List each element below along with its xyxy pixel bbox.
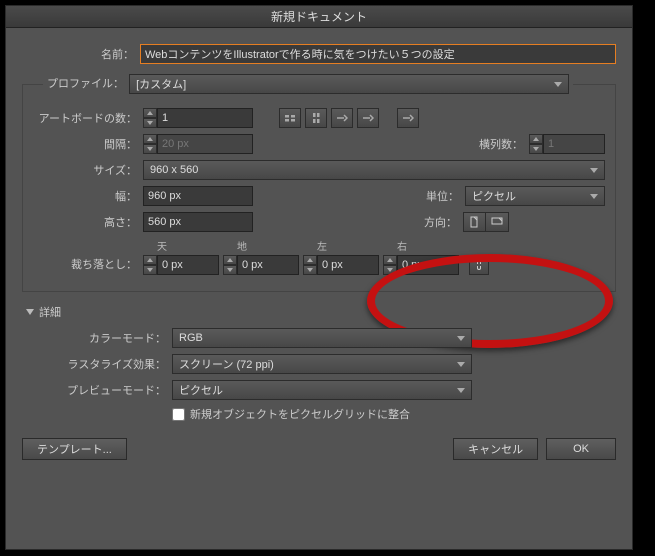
colormode-label: カラーモード：	[22, 330, 172, 346]
columns-stepper	[529, 134, 605, 154]
bleed-right-input[interactable]	[397, 255, 459, 275]
spacing-input	[157, 134, 253, 154]
align-grid-checkbox[interactable]	[172, 408, 185, 421]
arrange-grid-col-icon[interactable]	[305, 108, 327, 128]
bleed-left-stepper[interactable]	[303, 255, 379, 275]
ok-button[interactable]: OK	[546, 438, 616, 460]
width-input[interactable]	[143, 186, 253, 206]
link-bleed-icon[interactable]	[469, 255, 489, 275]
bleed-label: 裁ち落とし：	[33, 256, 143, 275]
stepper-up-icon[interactable]	[143, 255, 157, 265]
bleed-bottom-label: 地	[223, 238, 299, 253]
units-select[interactable]: ピクセル	[465, 186, 605, 206]
artboards-label: アートボードの数：	[33, 110, 143, 126]
size-select[interactable]: 960 x 560	[143, 160, 605, 180]
size-label: サイズ：	[33, 162, 143, 178]
dialog-content: 名前： プロファイル： [カスタム] アートボードの数：	[6, 28, 632, 472]
artboards-input[interactable]	[157, 108, 253, 128]
stepper-down-icon[interactable]	[143, 265, 157, 275]
bleed-right-label: 右	[383, 238, 459, 253]
bleed-bottom-input[interactable]	[237, 255, 299, 275]
bleed-top-label: 天	[143, 238, 219, 253]
colormode-select[interactable]: RGB	[172, 328, 472, 348]
units-label: 単位：	[426, 188, 465, 204]
orientation-toggle[interactable]	[463, 212, 509, 232]
profile-select[interactable]: [カスタム]	[129, 74, 569, 94]
stepper-up-icon[interactable]	[383, 255, 397, 265]
arrange-extra-icon[interactable]	[397, 108, 419, 128]
new-document-dialog: 新規ドキュメント 名前： プロファイル： [カスタム] アートボードの数：	[5, 5, 633, 550]
arrange-col-icon[interactable]	[357, 108, 379, 128]
arrange-row-icon[interactable]	[331, 108, 353, 128]
dialog-title: 新規ドキュメント	[6, 6, 632, 28]
stepper-up-icon[interactable]	[303, 255, 317, 265]
name-input[interactable]	[140, 44, 616, 64]
bleed-left-input[interactable]	[317, 255, 379, 275]
preview-select[interactable]: ピクセル	[172, 380, 472, 400]
template-button[interactable]: テンプレート...	[22, 438, 127, 460]
bleed-bottom-stepper[interactable]	[223, 255, 299, 275]
spacing-label: 間隔：	[33, 136, 143, 152]
cancel-button[interactable]: キャンセル	[453, 438, 538, 460]
stepper-down-icon	[529, 144, 543, 154]
stepper-down-icon[interactable]	[303, 265, 317, 275]
stepper-down-icon	[143, 144, 157, 154]
triangle-down-icon	[26, 309, 34, 315]
bleed-top-stepper[interactable]	[143, 255, 219, 275]
align-grid-label: 新規オブジェクトをピクセルグリッドに整合	[190, 406, 410, 422]
bleed-left-label: 左	[303, 238, 379, 253]
stepper-up-icon[interactable]	[143, 108, 157, 118]
arrange-grid-row-icon[interactable]	[279, 108, 301, 128]
artboards-stepper[interactable]	[143, 108, 253, 128]
advanced-label: 詳細	[39, 304, 61, 320]
stepper-down-icon[interactable]	[223, 265, 237, 275]
orientation-label: 方向：	[424, 214, 463, 230]
columns-input	[543, 134, 605, 154]
name-label: 名前：	[22, 46, 140, 62]
preview-label: プレビューモード：	[22, 382, 172, 398]
raster-label: ラスタライズ効果：	[22, 356, 172, 372]
advanced-disclosure[interactable]: 詳細	[26, 304, 616, 320]
stepper-down-icon[interactable]	[143, 118, 157, 128]
orientation-landscape-icon[interactable]	[486, 213, 508, 231]
raster-select[interactable]: スクリーン (72 ppi)	[172, 354, 472, 374]
stepper-down-icon[interactable]	[383, 265, 397, 275]
profile-group: プロファイル： [カスタム] アートボードの数：	[22, 74, 616, 292]
columns-label: 横列数：	[479, 136, 529, 152]
spacing-stepper	[143, 134, 253, 154]
height-input[interactable]	[143, 212, 253, 232]
height-label: 高さ：	[33, 214, 143, 230]
orientation-portrait-icon[interactable]	[464, 213, 486, 231]
width-label: 幅：	[33, 188, 143, 204]
stepper-up-icon[interactable]	[223, 255, 237, 265]
stepper-up-icon	[143, 134, 157, 144]
stepper-up-icon	[529, 134, 543, 144]
profile-label: プロファイル：	[47, 78, 124, 90]
bleed-top-input[interactable]	[157, 255, 219, 275]
bleed-right-stepper[interactable]	[383, 255, 459, 275]
